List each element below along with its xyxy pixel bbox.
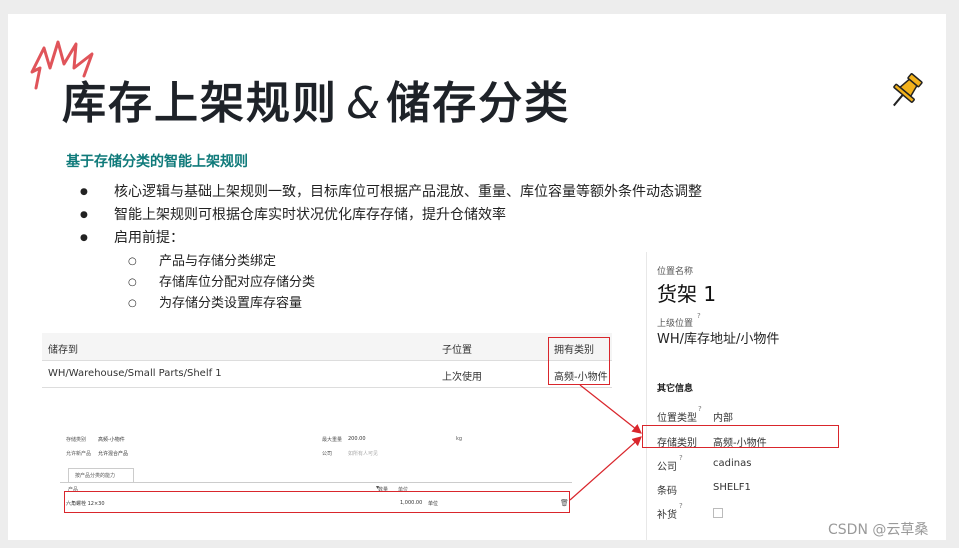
watermark: CSDN @云草桑 — [828, 522, 929, 538]
arrow-line — [579, 384, 642, 434]
arrow-line — [569, 436, 642, 501]
connector-arrows — [569, 384, 642, 501]
